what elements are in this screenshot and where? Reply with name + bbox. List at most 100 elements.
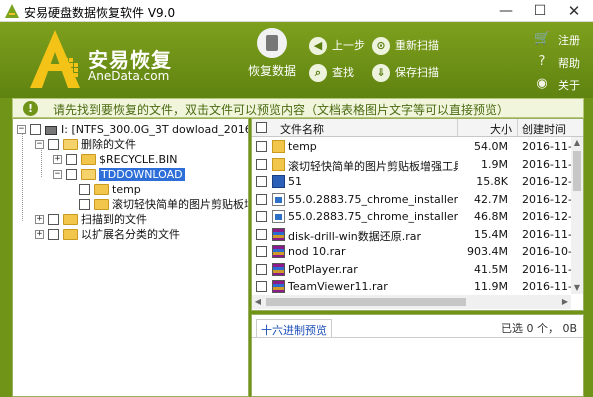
table-row[interactable]: TeamViewer11.rar 11.9M 2016-11-2 <box>252 278 579 295</box>
collapse-toggle[interactable]: − <box>17 125 26 134</box>
scroll-left-icon[interactable]: ◀ <box>252 295 264 309</box>
file-size: 54.0M <box>474 140 508 153</box>
tree-label: temp <box>112 183 141 196</box>
expand-toggle[interactable]: + <box>35 215 44 224</box>
tree-label: I: [NTFS_300.0G_3T dowload_2016-08-31] <box>61 123 248 136</box>
rescan-button[interactable]: ⊙ 重新扫描 <box>372 37 442 55</box>
info-icon: ◉ <box>536 76 548 91</box>
tree-connector <box>22 133 23 221</box>
checkbox[interactable] <box>256 246 267 257</box>
vertical-scrollbar[interactable]: ▲ ▼ <box>571 137 583 294</box>
arrow-left-icon: ◀ <box>309 37 327 55</box>
scroll-thumb[interactable] <box>266 298 466 306</box>
recover-data-button[interactable]: 恢复数据 <box>242 28 302 79</box>
folder-icon <box>63 214 78 225</box>
checkbox[interactable] <box>79 199 90 210</box>
find-label: 查找 <box>332 66 354 79</box>
checkbox[interactable] <box>48 229 59 240</box>
table-row[interactable]: 51 15.8K 2016-12-0 <box>252 173 579 190</box>
table-row[interactable]: disk-drill-win数据还原.rar 15.4M 2016-11-2 <box>252 226 579 243</box>
tree-node-drive[interactable]: − I: [NTFS_300.0G_3T dowload_2016-08-31] <box>17 123 248 138</box>
folder-icon <box>272 157 285 171</box>
table-row[interactable]: 55.0.2883.75_chrome_installer64.exe 46.8M… <box>252 208 579 225</box>
scroll-right-icon[interactable]: ▶ <box>559 295 571 309</box>
collapse-toggle[interactable]: − <box>53 170 62 179</box>
checkbox[interactable] <box>66 154 77 165</box>
file-name: 55.0.2883.75_chrome_installer64.exe <box>288 210 458 223</box>
find-button[interactable]: ⌕ 查找 <box>309 64 369 82</box>
checkbox[interactable] <box>30 124 41 135</box>
brand-logo-icon <box>28 28 82 90</box>
close-button[interactable]: ✕ <box>557 0 591 22</box>
maximize-button[interactable]: ☐ <box>523 0 557 22</box>
tree-node-temp[interactable]: temp <box>79 183 239 198</box>
app-icon <box>4 3 20 19</box>
checkbox[interactable] <box>256 211 267 222</box>
table-row[interactable]: PotPlayer.rar 41.5M 2016-11-2 <box>252 261 579 278</box>
scroll-thumb[interactable] <box>573 151 581 191</box>
file-name: 51 <box>288 175 302 188</box>
table-row[interactable]: temp 54.0M 2016-11-2 <box>252 138 579 155</box>
tab-hex-preview[interactable]: 十六进制预览 <box>256 319 332 337</box>
recover-data-label: 恢复数据 <box>247 64 296 78</box>
tree-label: 扫描到的文件 <box>81 213 147 226</box>
about-label: 关于 <box>558 79 580 92</box>
minimize-button[interactable]: — <box>489 0 523 22</box>
file-name-cell: nod 10.rar <box>288 243 458 260</box>
help-label: 帮助 <box>558 57 580 70</box>
previous-step-button[interactable]: ◀ 上一步 <box>309 37 369 55</box>
tree-label: 删除的文件 <box>81 138 136 151</box>
rar-icon <box>272 245 285 258</box>
file-size: 1.9M <box>481 157 508 171</box>
checkbox[interactable] <box>48 139 59 150</box>
file-name-cell: 51 <box>288 173 458 190</box>
folder-icon <box>94 184 109 195</box>
divider <box>252 337 583 338</box>
table-row[interactable]: nod 10.rar 903.4M 2016-10-3 <box>252 243 579 260</box>
expand-toggle[interactable]: + <box>53 155 62 164</box>
checkbox[interactable] <box>256 176 267 187</box>
checkbox[interactable] <box>48 214 59 225</box>
tree-node-recycle[interactable]: + $RECYCLE.BIN <box>53 153 233 168</box>
file-name-cell: 55.0.2883.75_chrome_installer.exe <box>288 191 458 208</box>
checkbox[interactable] <box>256 141 267 152</box>
tree-node-clip[interactable]: 滚切轻快简单的图片剪贴板增强 <box>79 198 248 213</box>
column-name[interactable]: 文件名称 <box>280 121 324 137</box>
folder-icon <box>94 199 109 210</box>
column-divider[interactable] <box>517 119 518 137</box>
rescan-icon: ⊙ <box>372 37 390 55</box>
table-row[interactable]: 55.0.2883.75_chrome_installer.exe42.7M20… <box>252 191 579 208</box>
folder-tree: − I: [NTFS_300.0G_3T dowload_2016-08-31]… <box>12 118 249 397</box>
checkbox[interactable] <box>66 169 77 180</box>
table-row[interactable]: 滚切轻快简单的图片剪贴板增强工具 1.9M 2016-11-2 <box>252 156 579 173</box>
tree-node-tddownload[interactable]: − TDDOWNLOAD <box>53 168 233 183</box>
scroll-up-icon[interactable]: ▲ <box>571 137 583 149</box>
file-name: disk-drill-win数据还原.rar <box>288 229 422 243</box>
column-size[interactable]: 大小 <box>490 121 512 137</box>
checkbox[interactable] <box>79 184 90 195</box>
folder-icon <box>63 229 78 240</box>
scroll-down-icon[interactable]: ▼ <box>571 282 583 294</box>
file-name: nod 10.rar <box>288 245 346 258</box>
folder-icon <box>81 154 96 165</box>
collapse-toggle[interactable]: − <box>35 140 44 149</box>
checkbox[interactable] <box>256 281 267 292</box>
file-name-cell: 55.0.2883.75_chrome_installer64.exe <box>288 208 458 225</box>
tree-node-by-ext[interactable]: + 以扩展名分类的文件 <box>35 228 235 243</box>
file-name: 55.0.2883.75_chrome_installer.exe <box>288 192 458 206</box>
select-all-checkbox[interactable] <box>256 122 267 133</box>
checkbox[interactable] <box>256 193 267 205</box>
word-icon <box>272 175 285 188</box>
expand-toggle[interactable]: + <box>35 230 44 239</box>
file-size: 15.8K <box>476 175 508 188</box>
checkbox[interactable] <box>256 263 267 275</box>
checkbox[interactable] <box>256 228 267 240</box>
save-scan-button[interactable]: ⇓ 保存扫描 <box>372 64 442 82</box>
horizontal-scrollbar[interactable]: ◀ ▶ <box>252 295 571 309</box>
tree-node-scanned[interactable]: + 扫描到的文件 <box>35 213 235 228</box>
column-divider[interactable] <box>457 119 458 137</box>
tree-node-deleted[interactable]: − 删除的文件 <box>35 138 235 153</box>
column-time[interactable]: 创建时间 <box>522 121 566 137</box>
file-list: 文件名称 大小 创建时间 temp 54.0M 2016-11-2 滚切轻快简单的图片… <box>251 118 584 311</box>
checkbox[interactable] <box>256 158 267 170</box>
